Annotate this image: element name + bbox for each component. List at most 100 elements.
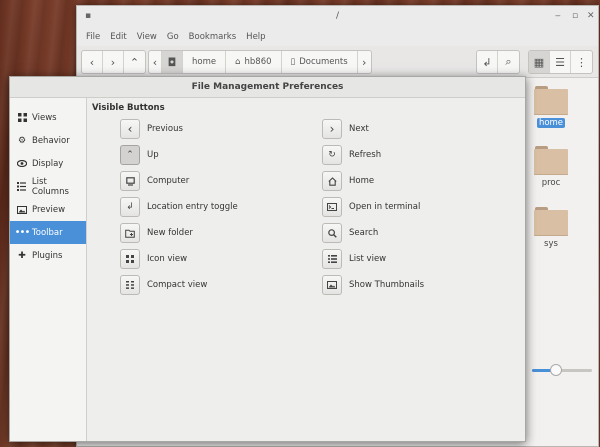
file-item-sys[interactable]: sys [528, 207, 574, 249]
menu-bookmarks[interactable]: Bookmarks [184, 30, 242, 46]
option-toggle[interactable]: › [322, 119, 342, 139]
zoom-knob[interactable] [550, 364, 562, 376]
icon-view-button[interactable]: ▦ [529, 51, 550, 73]
list-view-button[interactable]: ☰ [550, 51, 571, 73]
option-toggle[interactable]: ‹ [120, 119, 140, 139]
option-label: Home [349, 176, 375, 186]
up-button[interactable]: ⌃ [124, 51, 145, 73]
option-label: Compact view [147, 280, 208, 290]
chevron-left-icon: ‹ [89, 55, 95, 69]
breadcrumb: ‹ ◘ home ⌂ hb860 ▯ Documents › [148, 50, 372, 74]
option-toggle[interactable] [322, 197, 342, 217]
compact-view-button[interactable]: ⋮ [571, 51, 592, 73]
image-icon [17, 205, 27, 215]
zoom-slider[interactable] [532, 364, 592, 376]
fm-titlebar[interactable]: ▪ / ‒ ▫ ✕ [77, 6, 598, 30]
breadcrumb-documents[interactable]: ▯ Documents [282, 51, 358, 73]
option-label: New folder [147, 228, 193, 238]
option-toggle[interactable] [322, 171, 342, 191]
option-open-in-terminal[interactable]: Open in terminal [322, 197, 420, 217]
option-toggle[interactable]: ⌃ [120, 145, 140, 165]
thumbnail-icon [327, 281, 337, 289]
folder-icon [534, 207, 568, 236]
close-icon[interactable]: ✕ [587, 11, 595, 21]
maximize-icon[interactable]: ▫ [572, 11, 578, 21]
search-button[interactable]: ⌕ [498, 51, 519, 73]
menu-help[interactable]: Help [241, 30, 270, 46]
folder-icon [534, 146, 568, 175]
file-item-proc[interactable]: proc [528, 146, 574, 188]
option-toggle[interactable] [322, 249, 342, 269]
option-toggle[interactable] [120, 171, 140, 191]
file-item-home[interactable]: home [528, 86, 574, 128]
breadcrumb-root[interactable]: ◘ [162, 51, 183, 73]
sidebar-item-display[interactable]: Display [10, 152, 86, 175]
option-home[interactable]: Home [322, 171, 374, 191]
dots-icon: ••• [14, 227, 31, 238]
chevron-up-icon: ⌃ [129, 55, 140, 69]
grid-icon [17, 113, 27, 123]
breadcrumb-right-arrow[interactable]: › [358, 51, 371, 73]
option-up[interactable]: ⌃ Up [120, 145, 159, 165]
sidebar-item-list-columns[interactable]: List Columns [10, 175, 86, 198]
sidebar-item-plugins[interactable]: ✚ Plugins [10, 244, 86, 267]
option-toggle[interactable] [322, 275, 342, 295]
search-icon [327, 228, 337, 238]
option-compact-view[interactable]: Compact view [120, 275, 207, 295]
option-icon-view[interactable]: Icon view [120, 249, 187, 269]
sidebar-item-label: Behavior [32, 135, 70, 146]
option-location-entry-toggle[interactable]: ↲ Location entry toggle [120, 197, 238, 217]
breadcrumb-hb860-label: hb860 [244, 57, 272, 67]
list-view-icon [327, 255, 337, 263]
option-label: Show Thumbnails [349, 280, 425, 290]
option-toggle[interactable] [120, 249, 140, 269]
option-toggle[interactable]: ↲ [120, 197, 140, 217]
option-toggle[interactable] [322, 223, 342, 243]
menu-edit[interactable]: Edit [105, 30, 131, 46]
location-entry-icon: ↲ [126, 202, 134, 212]
file-name: sys [544, 239, 558, 249]
option-label: Previous [147, 124, 183, 134]
option-computer[interactable]: Computer [120, 171, 189, 191]
option-list-view[interactable]: List view [322, 249, 386, 269]
forward-button[interactable]: › [103, 51, 124, 73]
refresh-icon: ↻ [328, 150, 336, 160]
home-icon [327, 176, 337, 186]
fm-toolbar: ‹ › ⌃ ‹ ◘ home ⌂ hb860 ▯ Documents › ↲ ⌕ ▦… [77, 46, 598, 78]
option-label: Open in terminal [349, 202, 421, 212]
option-toggle[interactable]: ↻ [322, 145, 342, 165]
back-button[interactable]: ‹ [82, 51, 103, 73]
option-next[interactable]: › Next [322, 119, 369, 139]
breadcrumb-hb860[interactable]: ⌂ hb860 [226, 51, 282, 73]
section-title: Visible Buttons [92, 103, 165, 113]
location-entry-icon: ↲ [482, 55, 492, 69]
breadcrumb-left-arrow[interactable]: ‹ [149, 51, 162, 73]
sidebar-item-label: Display [32, 158, 64, 169]
sidebar-item-views[interactable]: Views [10, 106, 86, 129]
option-previous[interactable]: ‹ Previous [120, 119, 183, 139]
menu-go[interactable]: Go [162, 30, 184, 46]
list-icon [17, 182, 27, 192]
option-label: Refresh [349, 150, 382, 160]
option-search[interactable]: Search [322, 223, 378, 243]
drive-icon: ◘ [167, 55, 177, 69]
location-entry-button[interactable]: ↲ [477, 51, 498, 73]
new-folder-icon [125, 229, 135, 238]
option-toggle[interactable] [120, 275, 140, 295]
sidebar-item-behavior[interactable]: ⚙ Behavior [10, 129, 86, 152]
sidebar-item-preview[interactable]: Preview [10, 198, 86, 221]
computer-icon [125, 176, 135, 186]
option-show-thumbnails[interactable]: Show Thumbnails [322, 275, 424, 295]
minimize-icon[interactable]: ‒ [555, 11, 561, 21]
option-toggle[interactable] [120, 223, 140, 243]
option-refresh[interactable]: ↻ Refresh [322, 145, 381, 165]
option-new-folder[interactable]: New folder [120, 223, 193, 243]
icon-view-icon [126, 255, 134, 263]
prefs-titlebar[interactable]: File Management Preferences [10, 77, 525, 98]
prefs-content: Visible Buttons ‹ Previous ⌃ Up Computer… [87, 98, 525, 441]
menu-view[interactable]: View [132, 30, 162, 46]
breadcrumb-home[interactable]: home [183, 51, 227, 73]
sidebar-item-toolbar[interactable]: ••• Toolbar [10, 221, 86, 244]
menu-file[interactable]: File [81, 30, 105, 46]
file-name: proc [541, 178, 561, 188]
